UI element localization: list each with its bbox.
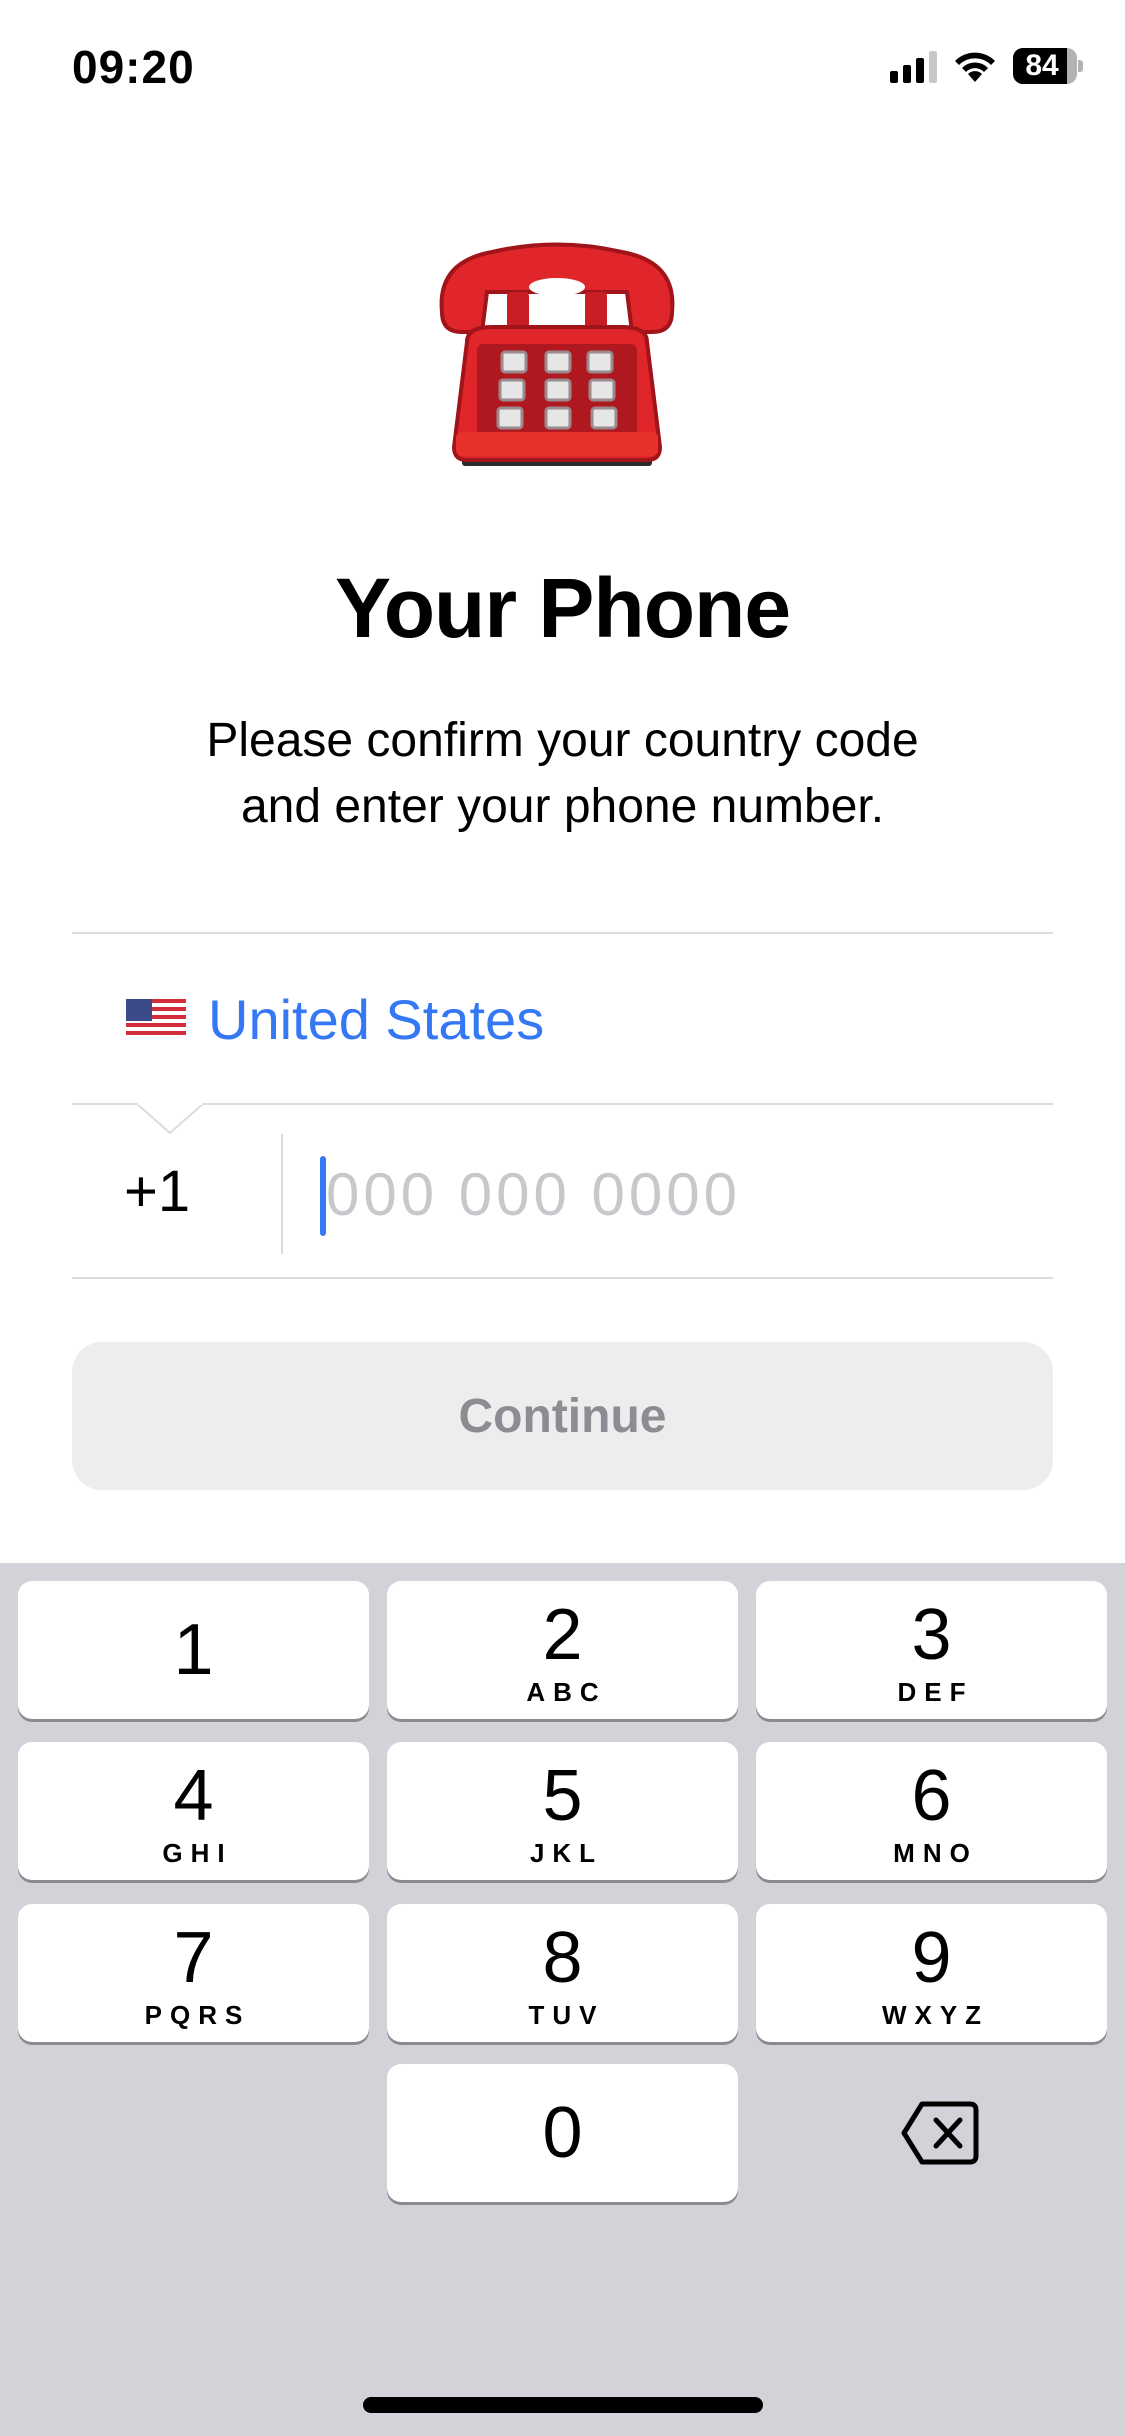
key-9[interactable]: 9 WXYZ <box>756 1904 1107 2042</box>
battery-level: 84 <box>1025 49 1059 82</box>
page-title: Your Phone <box>334 561 791 655</box>
key-digit: 5 <box>542 1756 583 1836</box>
key-digit: 6 <box>911 1756 952 1836</box>
key-0[interactable]: 0 <box>387 2064 738 2202</box>
country-code[interactable]: +1 <box>124 1158 190 1225</box>
status-time: 09:20 <box>72 41 195 93</box>
key-letters: GHI <box>162 1838 233 1868</box>
key-6[interactable]: 6 MNO <box>756 1742 1107 1880</box>
telephone-icon <box>439 242 675 466</box>
subtitle-line-2: and enter your phone number. <box>240 780 885 833</box>
phone-number-input[interactable] <box>320 1144 1020 1244</box>
key-7[interactable]: 7 PQRS <box>18 1904 369 2042</box>
key-5[interactable]: 5 JKL <box>387 1742 738 1880</box>
key-digit: 7 <box>173 1918 214 1998</box>
wifi-icon <box>955 52 995 82</box>
key-letters: ABC <box>526 1677 607 1707</box>
key-2[interactable]: 2 ABC <box>387 1581 738 1719</box>
key-digit: 3 <box>911 1595 952 1675</box>
text-caret <box>320 1156 326 1236</box>
status-bar: 09:20 84 <box>0 0 1125 140</box>
backspace-icon[interactable] <box>900 2100 980 2166</box>
country-name: United States <box>208 987 545 1051</box>
home-indicator[interactable] <box>363 2397 763 2413</box>
key-digit: 9 <box>911 1918 952 1998</box>
key-digit: 2 <box>542 1595 583 1675</box>
country-selector[interactable]: United States <box>72 934 1053 1104</box>
key-letters: TUV <box>528 2000 605 2030</box>
subtitle-line-1: Please confirm your country code <box>206 714 919 767</box>
key-letters: MNO <box>893 1838 978 1868</box>
status-icons: 84 <box>890 48 1083 84</box>
divider <box>72 1277 1053 1279</box>
key-digit: 0 <box>542 2093 583 2173</box>
us-flag-icon <box>126 999 186 1039</box>
key-8[interactable]: 8 TUV <box>387 1904 738 2042</box>
separator <box>281 1134 283 1254</box>
continue-button[interactable]: Continue <box>72 1342 1053 1490</box>
cellular-signal-icon <box>890 49 937 83</box>
key-3[interactable]: 3 DEF <box>756 1581 1107 1719</box>
key-letters: DEF <box>897 1677 974 1707</box>
key-4[interactable]: 4 GHI <box>18 1742 369 1880</box>
page-subtitle: Please confirm your country code and ent… <box>0 708 1125 840</box>
key-digit: 4 <box>173 1756 214 1836</box>
key-1[interactable]: 1 <box>18 1581 369 1719</box>
battery-icon: 84 <box>1013 48 1083 84</box>
phone-row: +1 <box>72 1104 1053 1278</box>
key-digit: 1 <box>173 1610 214 1690</box>
key-letters: WXYZ <box>881 2000 990 2030</box>
key-letters: JKL <box>529 1838 604 1868</box>
key-letters: PQRS <box>144 2000 251 2030</box>
key-digit: 8 <box>542 1918 583 1998</box>
